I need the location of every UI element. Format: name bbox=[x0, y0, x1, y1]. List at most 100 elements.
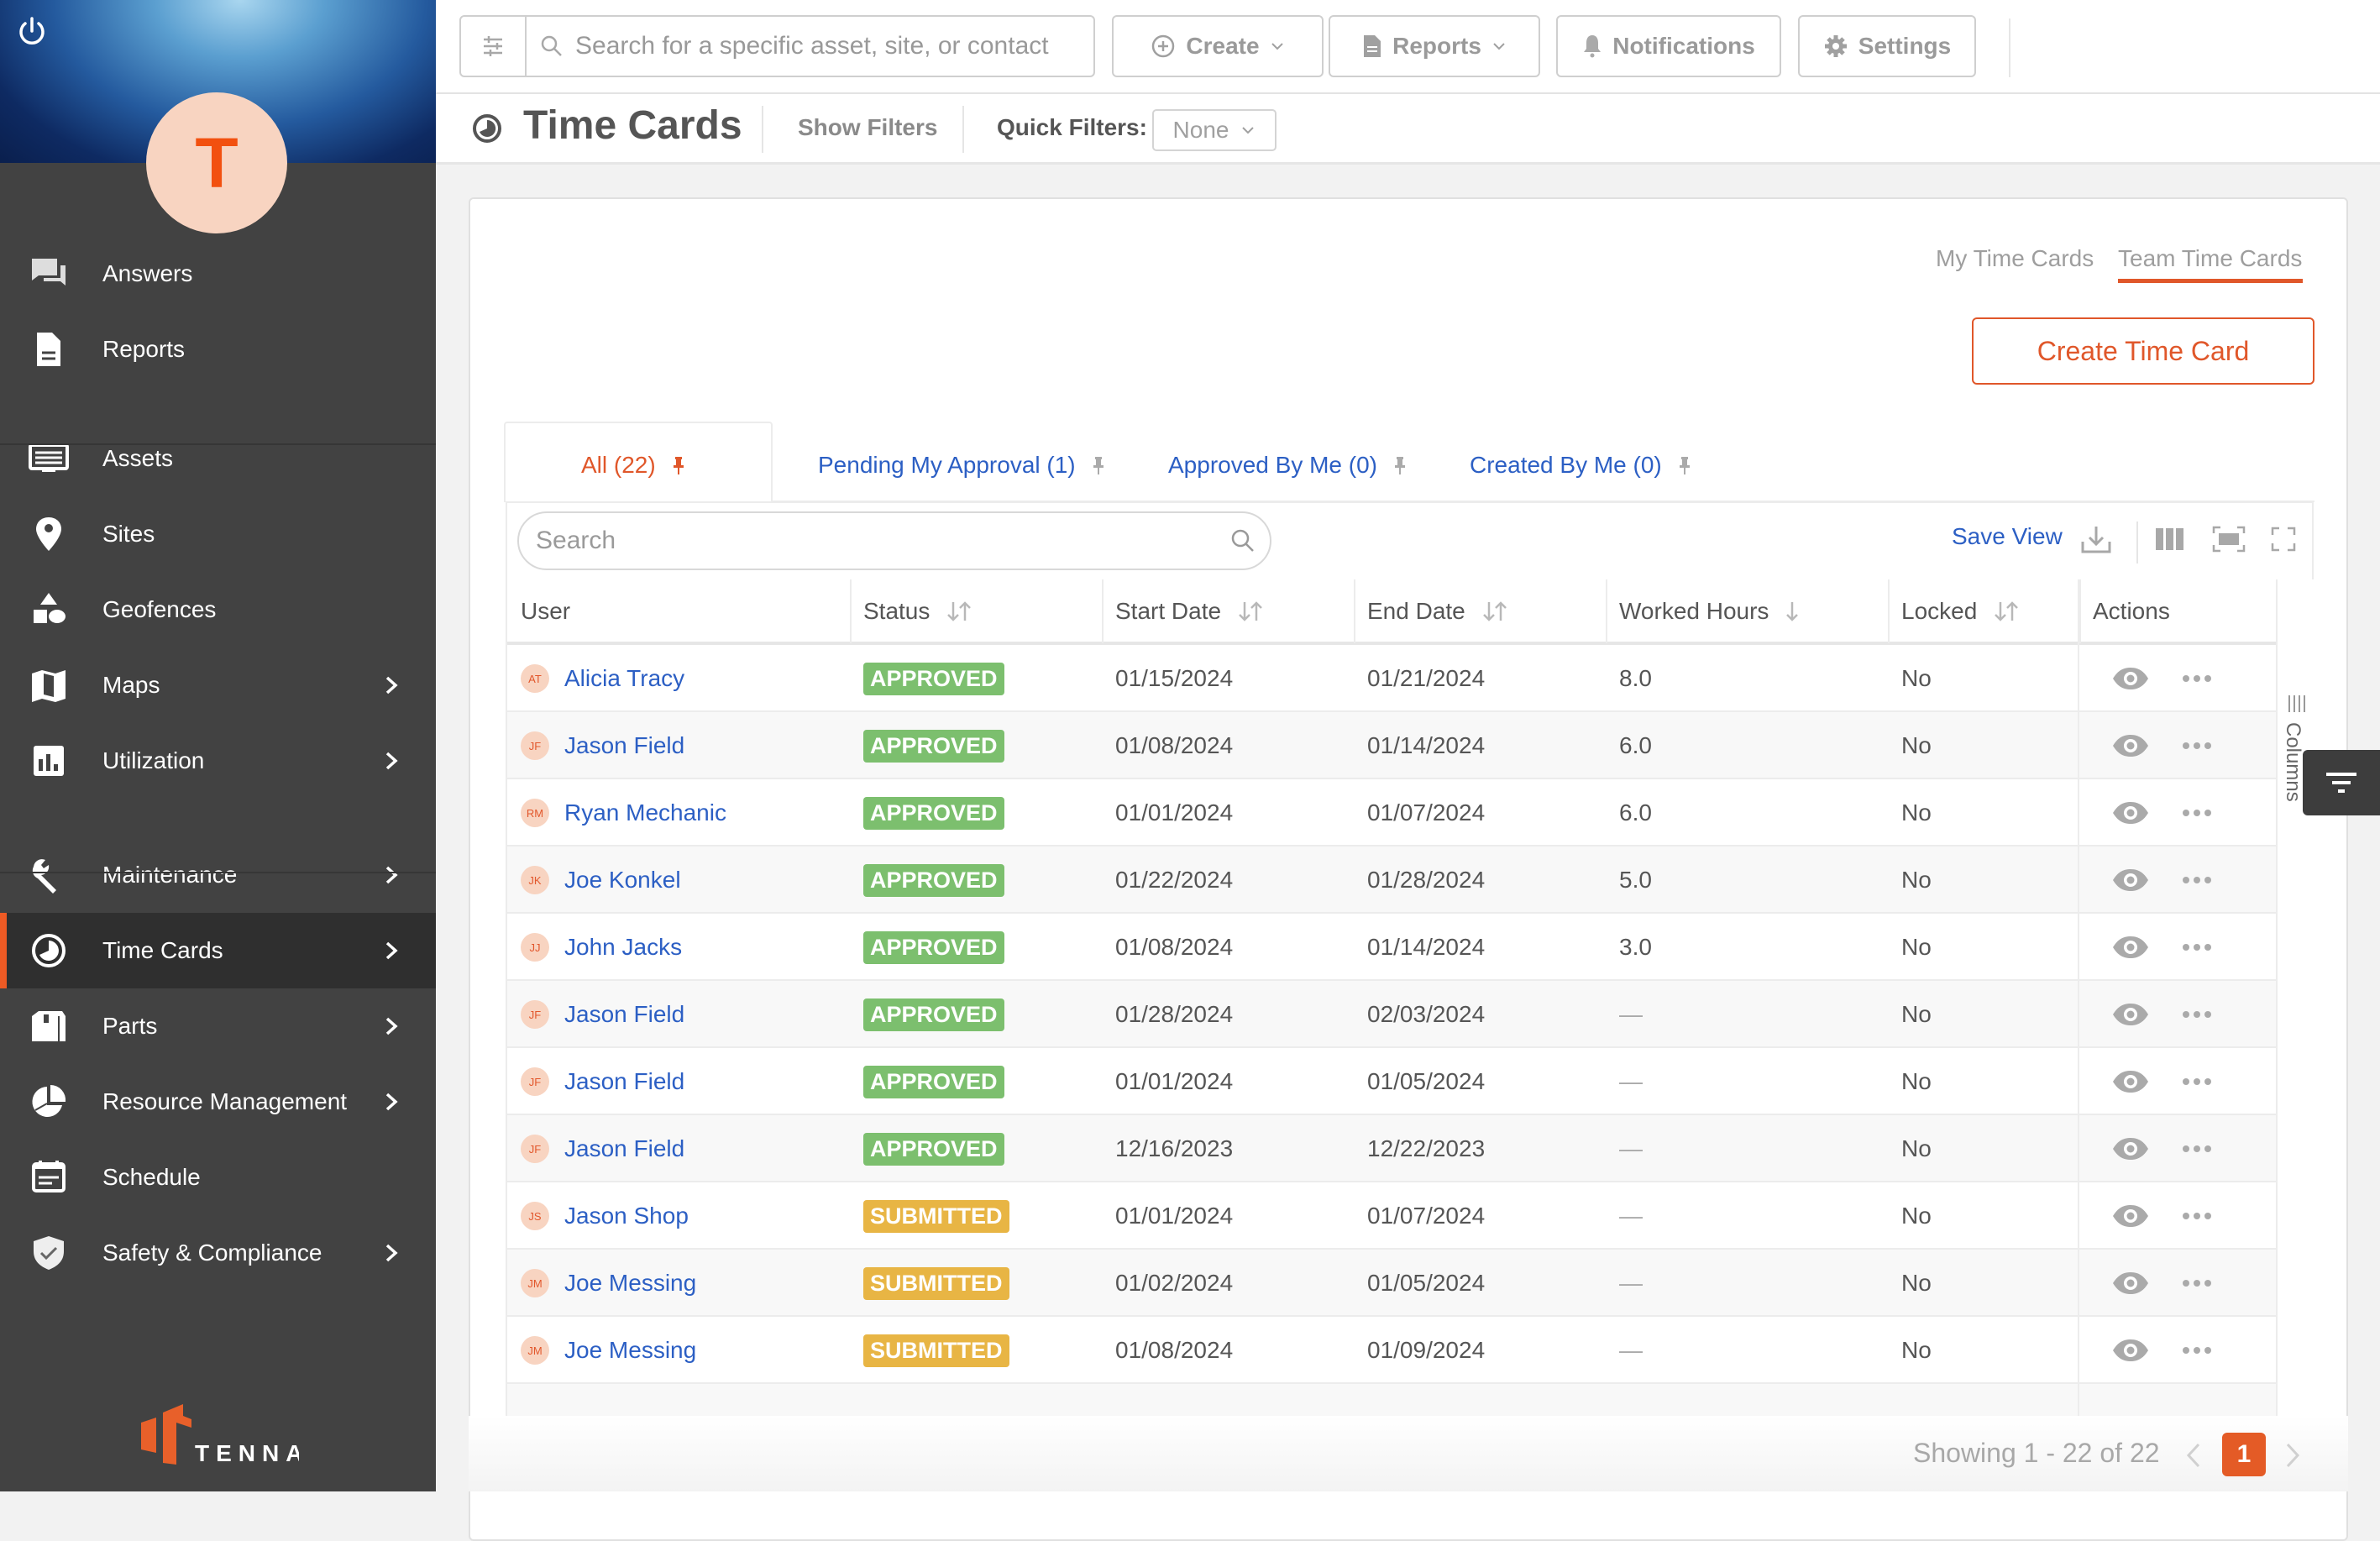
eye-icon[interactable] bbox=[2111, 1271, 2150, 1296]
sort-icon[interactable] bbox=[945, 600, 973, 623]
table-row[interactable]: JF Jason Field APPROVED 01/08/2024 01/14/202… bbox=[507, 712, 2276, 779]
more-options-icon[interactable] bbox=[2182, 1010, 2212, 1019]
table-row[interactable]: JF Jason Field APPROVED 01/28/2024 02/03/202… bbox=[507, 981, 2276, 1048]
settings-button[interactable]: Settings bbox=[1798, 15, 1976, 77]
eye-icon[interactable] bbox=[2111, 1338, 2150, 1363]
quick-filters-select[interactable]: None bbox=[1152, 109, 1276, 151]
column-divider[interactable] bbox=[850, 579, 852, 643]
user-link[interactable]: Alicia Tracy bbox=[564, 665, 684, 692]
table-row[interactable]: JM Joe Messing SUBMITTED 01/02/2024 01/05/20… bbox=[507, 1250, 2276, 1317]
user-link[interactable]: Jason Field bbox=[564, 1068, 684, 1095]
notifications-button[interactable]: Notifications bbox=[1556, 15, 1781, 77]
table-row[interactable]: JK Joe Konkel APPROVED 01/22/2024 01/28/2024… bbox=[507, 847, 2276, 914]
sort-icon[interactable] bbox=[1481, 600, 1509, 623]
create-menu-button[interactable]: Create bbox=[1112, 15, 1324, 77]
fullscreen-icon[interactable] bbox=[2271, 527, 2296, 552]
filter-tab-all[interactable]: All (22) bbox=[581, 427, 684, 504]
column-divider[interactable] bbox=[2079, 579, 2081, 643]
sidebar-item-time-cards[interactable]: Time Cards bbox=[0, 913, 436, 988]
sort-icon[interactable] bbox=[1236, 600, 1265, 623]
tab-my-time-cards[interactable]: My Time Cards bbox=[1936, 245, 2094, 272]
more-options-icon[interactable] bbox=[2182, 742, 2212, 750]
more-options-icon[interactable] bbox=[2182, 1346, 2212, 1355]
page-number-current[interactable]: 1 bbox=[2222, 1433, 2266, 1476]
sidebar-item-maps[interactable]: Maps bbox=[0, 647, 436, 723]
pin-icon[interactable] bbox=[1093, 455, 1104, 475]
eye-icon[interactable] bbox=[2111, 935, 2150, 960]
eye-icon[interactable] bbox=[2111, 1136, 2150, 1161]
column-header-worked-hours[interactable]: Worked Hours bbox=[1619, 579, 1801, 643]
user-link[interactable]: John Jacks bbox=[564, 934, 682, 961]
table-row[interactable]: JF Jason Field APPROVED 01/01/2024 01/05/202… bbox=[507, 1048, 2276, 1115]
column-divider[interactable] bbox=[1606, 579, 1607, 643]
eye-icon[interactable] bbox=[2111, 867, 2150, 893]
sidebar-item-schedule[interactable]: Schedule bbox=[0, 1140, 436, 1215]
save-view-button[interactable]: Save View bbox=[1952, 523, 2063, 550]
table-row[interactable]: JM Joe Messing SUBMITTED 01/08/2024 01/09/20… bbox=[507, 1317, 2276, 1384]
user-link[interactable]: Jason Field bbox=[564, 1135, 684, 1162]
eye-icon[interactable] bbox=[2111, 733, 2150, 758]
show-filters-button[interactable]: Show Filters bbox=[798, 114, 937, 141]
more-options-icon[interactable] bbox=[2182, 674, 2212, 683]
pin-icon[interactable] bbox=[1679, 455, 1691, 475]
sidebar-item-answers[interactable]: Answers bbox=[0, 236, 436, 312]
prev-page-icon[interactable] bbox=[2183, 1441, 2204, 1470]
eye-icon[interactable] bbox=[2111, 1069, 2150, 1094]
more-options-icon[interactable] bbox=[2182, 1145, 2212, 1153]
filter-tab-approved-by-me[interactable]: Approved By Me (0) bbox=[1168, 427, 1406, 504]
column-divider[interactable] bbox=[1102, 579, 1104, 643]
next-page-icon[interactable] bbox=[2283, 1441, 2303, 1470]
sidebar-item-safety-compliance[interactable]: Safety & Compliance bbox=[0, 1215, 436, 1291]
sidebar-item-resource-management[interactable]: Resource Management bbox=[0, 1064, 436, 1140]
sidebar-item-sites[interactable]: Sites bbox=[0, 496, 436, 572]
user-link[interactable]: Jason Field bbox=[564, 732, 684, 759]
table-row[interactable]: RM Ryan Mechanic APPROVED 01/01/2024 01/07/2… bbox=[507, 779, 2276, 847]
columns-side-panel[interactable]: Columns bbox=[2276, 579, 2314, 1416]
user-link[interactable]: Jason Shop bbox=[564, 1203, 689, 1229]
filter-panel-toggle[interactable] bbox=[2303, 750, 2380, 815]
sidebar-item-geofences[interactable]: Geofences bbox=[0, 572, 436, 647]
sidebar-item-parts[interactable]: Parts bbox=[0, 988, 436, 1064]
filter-tab-created-by-me[interactable]: Created By Me (0) bbox=[1470, 427, 1691, 504]
power-icon[interactable] bbox=[15, 15, 49, 49]
column-layout-icon[interactable] bbox=[2155, 527, 2185, 552]
eye-icon[interactable] bbox=[2111, 666, 2150, 691]
eye-icon[interactable] bbox=[2111, 1002, 2150, 1027]
filter-settings-button[interactable] bbox=[459, 15, 527, 77]
pin-icon[interactable] bbox=[673, 455, 684, 475]
create-time-card-button[interactable]: Create Time Card bbox=[1972, 317, 2314, 385]
more-options-icon[interactable] bbox=[2182, 1279, 2212, 1287]
table-row[interactable]: JJ John Jacks APPROVED 01/08/2024 01/14/2024… bbox=[507, 914, 2276, 981]
column-divider[interactable] bbox=[1888, 579, 1890, 643]
eye-icon[interactable] bbox=[2111, 800, 2150, 826]
tab-team-time-cards[interactable]: Team Time Cards bbox=[2118, 245, 2302, 272]
sort-descending-icon[interactable] bbox=[1784, 600, 1801, 623]
download-icon[interactable] bbox=[2079, 523, 2113, 557]
sidebar-item-reports[interactable]: Reports bbox=[0, 312, 436, 387]
user-link[interactable]: Joe Messing bbox=[564, 1270, 696, 1297]
column-divider[interactable] bbox=[1354, 579, 1355, 643]
table-row[interactable] bbox=[507, 1384, 2276, 1416]
reports-menu-button[interactable]: Reports bbox=[1329, 15, 1540, 77]
sort-icon[interactable] bbox=[1992, 600, 2021, 623]
sidebar-item-assets[interactable]: Assets bbox=[0, 421, 436, 496]
density-icon[interactable] bbox=[2212, 525, 2246, 553]
table-row[interactable]: AT Alicia Tracy APPROVED 01/15/2024 01/21/20… bbox=[507, 645, 2276, 712]
filter-tab-pending-my-approval[interactable]: Pending My Approval (1) bbox=[818, 427, 1104, 504]
table-row[interactable]: JF Jason Field APPROVED 12/16/2023 12/22/202… bbox=[507, 1115, 2276, 1182]
column-header-end-date[interactable]: End Date bbox=[1367, 579, 1509, 643]
global-search-input[interactable]: Search for a specific asset, site, or co… bbox=[525, 15, 1095, 77]
user-link[interactable]: Ryan Mechanic bbox=[564, 799, 726, 826]
table-row[interactable]: JS Jason Shop SUBMITTED 01/01/2024 01/07/202… bbox=[507, 1182, 2276, 1250]
pin-icon[interactable] bbox=[1394, 455, 1406, 475]
table-search-input[interactable]: Search bbox=[517, 511, 1271, 570]
more-options-icon[interactable] bbox=[2182, 809, 2212, 817]
user-avatar[interactable]: T bbox=[146, 92, 287, 233]
sidebar-item-utilization[interactable]: Utilization bbox=[0, 723, 436, 799]
user-link[interactable]: Joe Konkel bbox=[564, 867, 681, 894]
more-options-icon[interactable] bbox=[2182, 876, 2212, 884]
more-options-icon[interactable] bbox=[2182, 1077, 2212, 1086]
column-header-locked[interactable]: Locked bbox=[1901, 579, 2021, 643]
sidebar-item-maintenance[interactable]: Maintenance bbox=[0, 837, 436, 913]
eye-icon[interactable] bbox=[2111, 1203, 2150, 1229]
